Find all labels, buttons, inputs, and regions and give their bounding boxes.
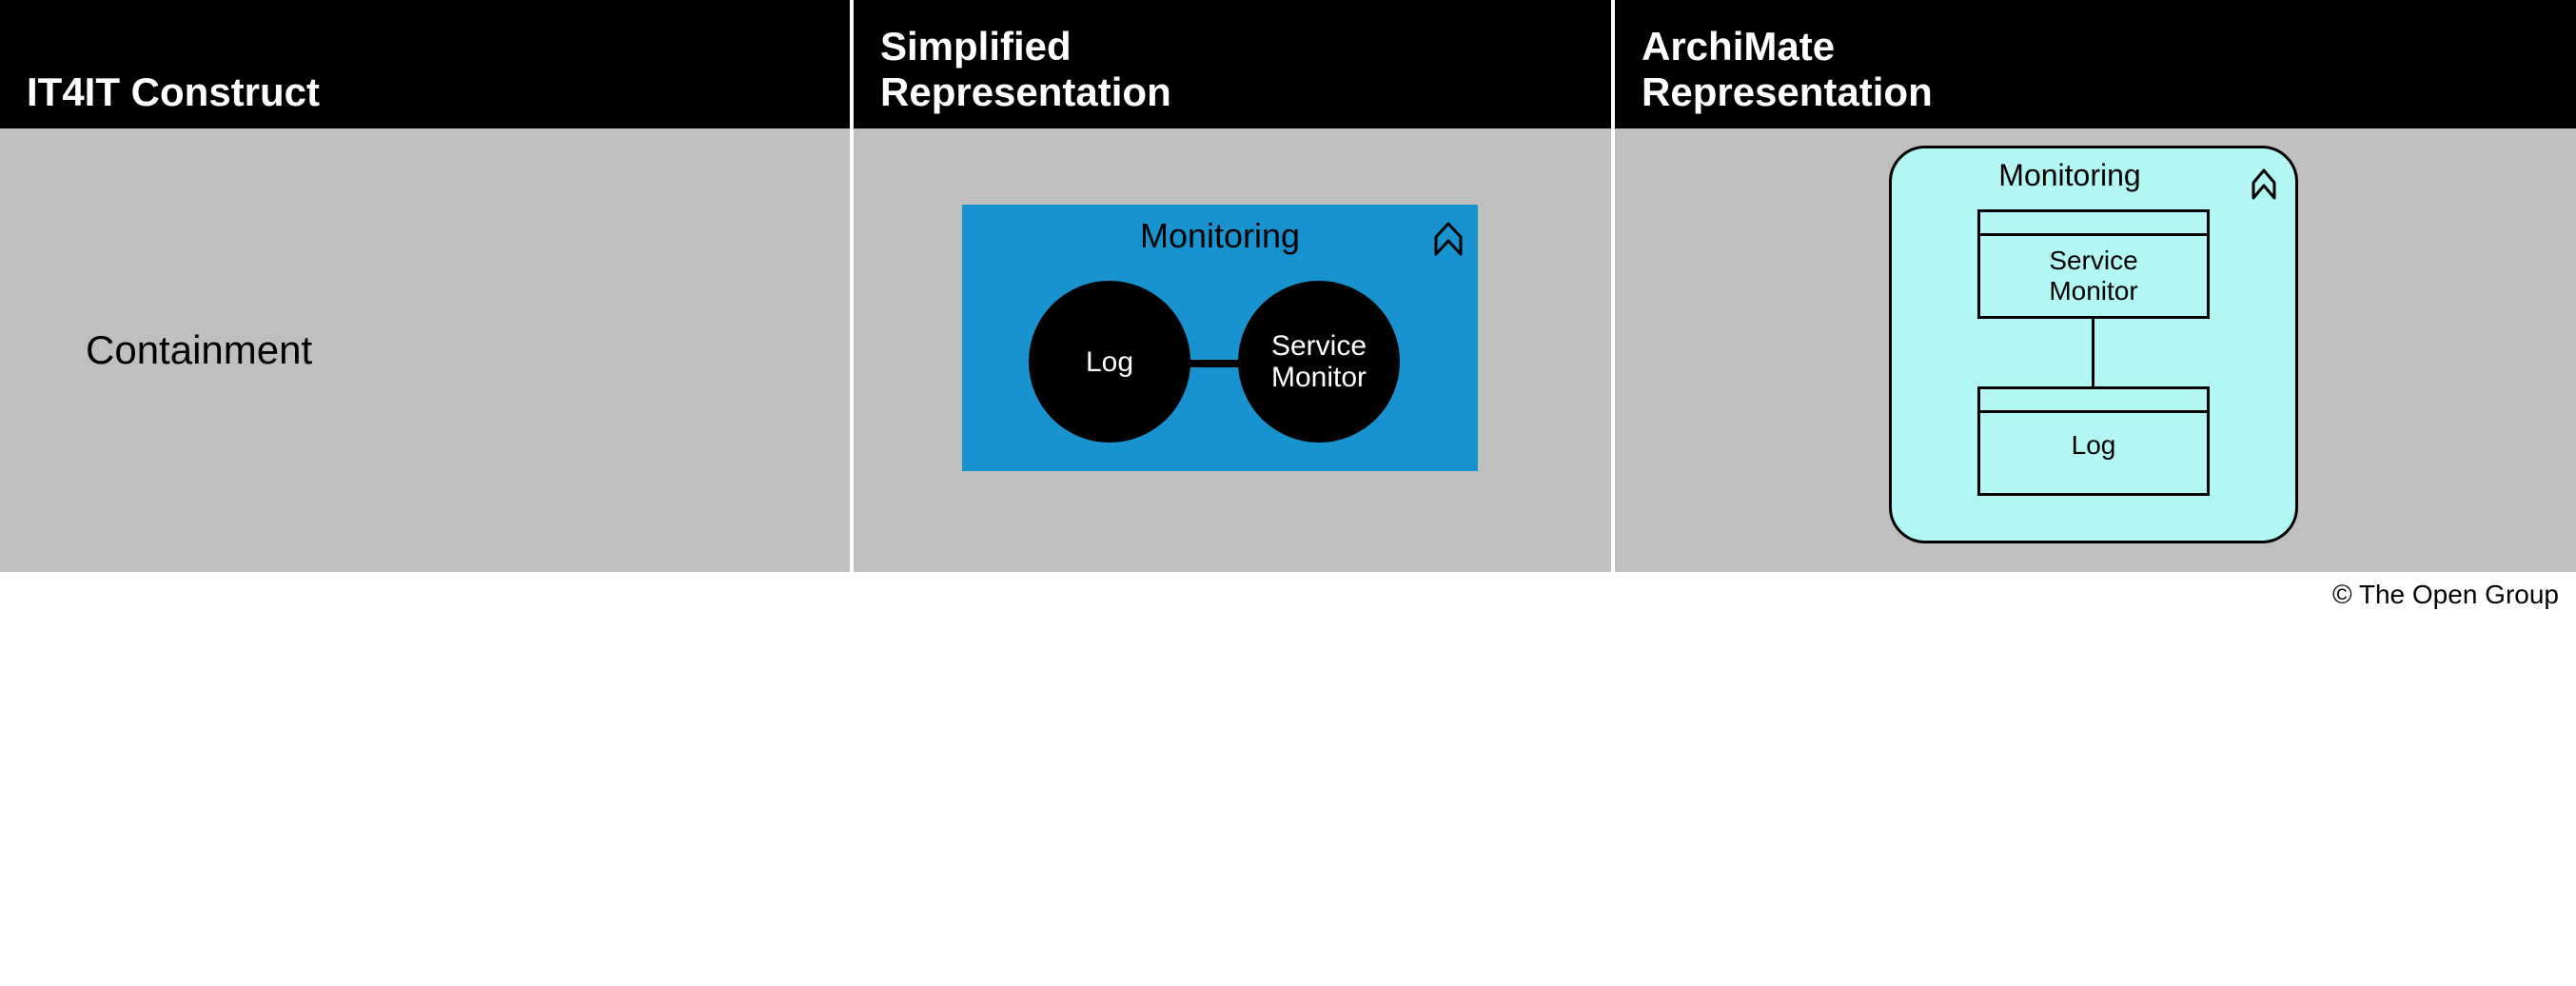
box-label: Log [1980, 413, 2207, 493]
header-label: ArchiMate Representation [1642, 24, 1933, 115]
archimate-cell: Monitoring Service Monitor Log [1615, 128, 2576, 572]
archimate-title: Monitoring [1892, 158, 2248, 193]
header-simplified: Simplified Representation [854, 0, 1615, 128]
function-icon [2250, 166, 2278, 202]
body-row: Containment Monitoring Log Service Monit… [0, 128, 2576, 572]
header-label: Simplified Representation [880, 24, 1171, 115]
box-label: Service Monitor [1980, 236, 2207, 316]
header-archimate: ArchiMate Representation [1615, 0, 2576, 128]
connector-line [2092, 316, 2094, 388]
archimate-box-service-monitor: Service Monitor [1977, 209, 2210, 319]
box-header-bar [1980, 212, 2207, 236]
header-label: IT4IT Construct [27, 69, 320, 115]
node-label: Service Monitor [1271, 330, 1367, 393]
simplified-title: Monitoring [962, 216, 1478, 256]
node-service-monitor: Service Monitor [1238, 281, 1400, 443]
header-row: IT4IT Construct Simplified Representatio… [0, 0, 2576, 128]
construct-name: Containment [86, 327, 312, 373]
archimate-box-log: Log [1977, 386, 2210, 496]
simplified-cell: Monitoring Log Service Monitor [854, 128, 1615, 572]
box-header-bar [1980, 389, 2207, 413]
archimate-container: Monitoring Service Monitor Log [1889, 146, 2298, 543]
function-icon [1432, 218, 1465, 258]
copyright-text: © The Open Group [0, 572, 2576, 610]
node-label: Log [1086, 346, 1133, 378]
comparison-table: IT4IT Construct Simplified Representatio… [0, 0, 2576, 610]
node-log: Log [1029, 281, 1190, 443]
connector-line [1187, 360, 1244, 367]
simplified-container: Monitoring Log Service Monitor [962, 205, 1478, 471]
header-construct: IT4IT Construct [0, 0, 854, 128]
construct-cell: Containment [0, 128, 854, 572]
